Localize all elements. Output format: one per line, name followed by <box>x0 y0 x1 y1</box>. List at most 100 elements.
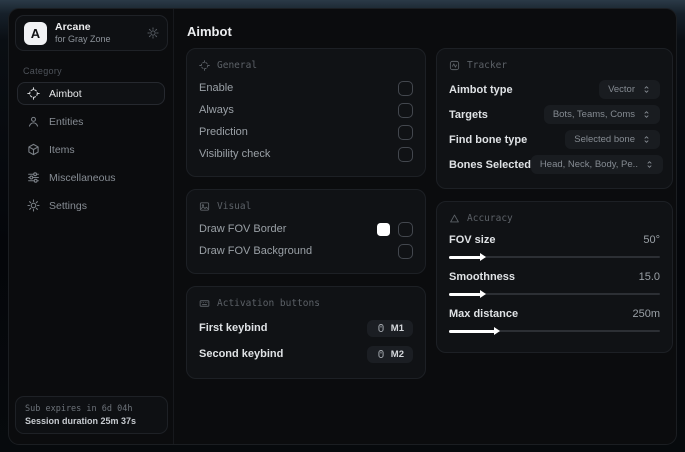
bones-selected-select[interactable]: Head, Neck, Body, Pe.. <box>530 155 663 174</box>
select-value: Selected bone <box>574 134 635 145</box>
setting-label: Targets <box>449 108 488 121</box>
setting-row-prediction: Prediction <box>199 121 413 143</box>
setting-row-second-keybind: Second keybind M2 <box>199 341 413 367</box>
sidebar-item-label: Items <box>49 143 75 156</box>
keybind-value: M1 <box>390 322 404 334</box>
enable-checkbox[interactable] <box>398 80 413 96</box>
setting-label: Max distance <box>449 308 519 320</box>
sidebar-item-label: Miscellaneous <box>49 171 116 184</box>
setting-label: Visibility check <box>199 148 271 160</box>
tracker-card: Tracker Aimbot type Vector Targets Bots,… <box>436 48 673 189</box>
card-title: Tracker <box>467 60 508 71</box>
accuracy-card: Accuracy FOV size 50° Smoothness 15.0 Ma… <box>436 201 673 353</box>
setting-label: First keybind <box>199 322 268 334</box>
aimbot-type-select[interactable]: Vector <box>599 80 660 99</box>
brand-logo: A <box>24 21 47 45</box>
gear-icon[interactable] <box>147 27 159 39</box>
select-value: Bots, Teams, Coms <box>552 109 635 120</box>
keybind-value: M2 <box>390 348 404 360</box>
setting-label: Bones Selected <box>449 158 531 171</box>
find-bone-type-select[interactable]: Selected bone <box>565 130 660 149</box>
fov-size-slider[interactable] <box>449 252 660 262</box>
subscription-info-card: Sub expires in 6d 04h Session duration 2… <box>15 396 168 434</box>
slider-value: 15.0 <box>638 271 660 283</box>
visual-card: Visual Draw FOV Border Draw FOV Backgrou… <box>186 189 426 274</box>
setting-label: Enable <box>199 82 234 94</box>
setting-row-smoothness: Smoothness 15.0 <box>449 267 660 299</box>
sidebar-item-entities[interactable]: Entities <box>17 110 165 133</box>
targets-select[interactable]: Bots, Teams, Coms <box>543 105 660 124</box>
chevron-up-down-icon <box>642 110 651 119</box>
image-icon <box>199 201 210 212</box>
activity-icon <box>449 60 460 71</box>
sidebar-item-miscellaneous[interactable]: Miscellaneous <box>17 166 165 189</box>
setting-row-draw-fov-background: Draw FOV Background <box>199 240 413 262</box>
setting-row-bones-selected: Bones Selected Head, Neck, Body, Pe.. <box>449 152 663 177</box>
card-title: Visual <box>217 201 252 212</box>
setting-row-draw-fov-border: Draw FOV Border <box>199 218 413 240</box>
activation-buttons-card: Activation buttons First keybind M1 Seco… <box>186 286 426 379</box>
setting-label: Draw FOV Border <box>199 223 287 235</box>
general-card: General Enable Always Prediction Visibil… <box>186 48 426 177</box>
triangle-icon <box>449 213 460 224</box>
setting-row-find-bone-type: Find bone type Selected bone <box>449 127 660 152</box>
session-duration-text: Session duration 25m 37s <box>25 416 137 426</box>
sidebar-item-aimbot[interactable]: Aimbot <box>17 82 165 105</box>
draw-fov-background-checkbox[interactable] <box>398 243 413 259</box>
select-value: Vector <box>608 84 635 95</box>
keyboard-icon <box>199 298 210 309</box>
setting-label: FOV size <box>449 234 496 246</box>
sidebar-item-label: Entities <box>49 115 84 128</box>
sidebar-item-label: Settings <box>49 199 87 212</box>
gear-icon <box>27 199 40 212</box>
setting-label: Prediction <box>199 126 248 138</box>
setting-row-targets: Targets Bots, Teams, Coms <box>449 102 660 127</box>
person-icon <box>27 115 40 128</box>
chevron-up-down-icon <box>642 135 651 144</box>
setting-label: Draw FOV Background <box>199 245 313 257</box>
select-value: Head, Neck, Body, Pe.. <box>539 159 638 170</box>
mouse-icon <box>376 349 386 359</box>
max-distance-slider[interactable] <box>449 326 660 336</box>
card-title: General <box>217 60 258 71</box>
category-label: Category <box>23 66 62 76</box>
sliders-icon <box>27 171 40 184</box>
mouse-icon <box>376 323 386 333</box>
slider-fill <box>449 253 486 261</box>
setting-row-aimbot-type: Aimbot type Vector <box>449 77 660 102</box>
crosshair-icon <box>27 87 40 100</box>
sidebar-item-items[interactable]: Items <box>17 138 165 161</box>
setting-row-enable: Enable <box>199 77 413 99</box>
smoothness-slider[interactable] <box>449 289 660 299</box>
setting-row-first-keybind: First keybind M1 <box>199 315 413 341</box>
sidebar-item-settings[interactable]: Settings <box>17 194 165 217</box>
slider-fill <box>449 327 501 335</box>
sidebar: A Arcane for Gray Zone Category Aimbot E… <box>9 9 174 444</box>
left-column: General Enable Always Prediction Visibil… <box>186 48 426 379</box>
sidebar-item-label: Aimbot <box>49 87 82 100</box>
card-title: Activation buttons <box>217 298 320 309</box>
prediction-checkbox[interactable] <box>398 124 413 140</box>
setting-label: Smoothness <box>449 271 516 283</box>
setting-row-fov-size: FOV size 50° <box>449 230 660 262</box>
slider-value: 250m <box>632 308 660 320</box>
color-swatch[interactable] <box>377 222 390 236</box>
brand-card: A Arcane for Gray Zone <box>15 15 168 51</box>
always-checkbox[interactable] <box>398 102 413 118</box>
second-keybind-button[interactable]: M2 <box>366 345 413 363</box>
brand-subtitle: for Gray Zone <box>55 34 111 44</box>
setting-row-max-distance: Max distance 250m <box>449 304 660 336</box>
first-keybind-button[interactable]: M1 <box>366 319 413 337</box>
slider-fill <box>449 290 486 298</box>
chevron-up-down-icon <box>642 85 651 94</box>
app-window: A Arcane for Gray Zone Category Aimbot E… <box>8 8 677 445</box>
page-title: Aimbot <box>187 24 232 39</box>
package-icon <box>27 143 40 156</box>
visibility-check-checkbox[interactable] <box>398 146 413 162</box>
crosshair-icon <box>199 60 210 71</box>
main-panel: Aimbot General Enable Always Prediction <box>174 9 676 444</box>
setting-row-visibility-check: Visibility check <box>199 143 413 165</box>
slider-value: 50° <box>643 234 660 246</box>
draw-fov-border-checkbox[interactable] <box>398 221 413 237</box>
right-column: Tracker Aimbot type Vector Targets Bots,… <box>436 48 673 353</box>
